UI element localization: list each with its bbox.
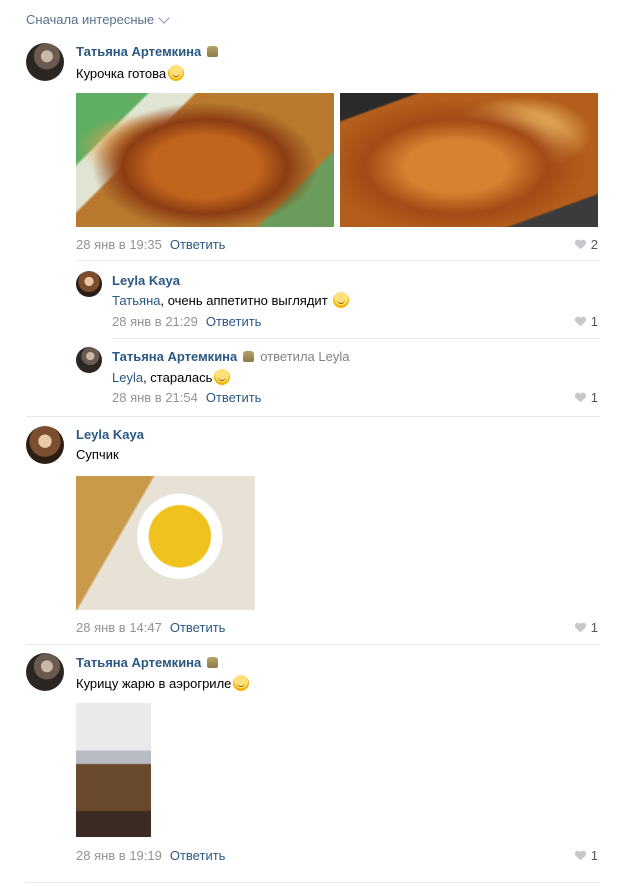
comment-author[interactable]: Татьяна Артемкина ответила Leyla (112, 349, 349, 364)
avatar[interactable] (76, 347, 102, 373)
like-button[interactable]: 1 (575, 390, 598, 405)
like-count: 1 (590, 390, 598, 405)
comment-meta: 28 янв в 14:47 Ответить (76, 620, 225, 635)
divider (26, 644, 600, 645)
comment-author[interactable]: Leyla Kaya (76, 427, 144, 442)
comment-text: Курицу жарю в аэрогриле (76, 675, 250, 691)
divider (76, 260, 600, 261)
comment-meta: 28 янв в 21:29 Ответить (112, 314, 261, 329)
smile-emoji (333, 292, 350, 308)
replied-to-link[interactable]: ответила Leyla (260, 349, 349, 364)
like-count: 1 (590, 848, 598, 863)
comment-author[interactable]: Татьяна Артемкина (76, 44, 219, 59)
comment-date[interactable]: 28 янв в 19:19 (76, 848, 162, 863)
comment-date[interactable]: 28 янв в 19:35 (76, 237, 162, 252)
reply-button[interactable]: Ответить (206, 390, 262, 405)
comment-photo[interactable] (340, 93, 598, 227)
comment-meta: 28 янв в 21:54 Ответить (112, 390, 261, 405)
like-button[interactable]: 1 (575, 848, 598, 863)
smile-emoji (214, 369, 231, 385)
divider (112, 338, 600, 339)
reply-button[interactable]: Ответить (170, 237, 226, 252)
like-count: 2 (590, 237, 598, 252)
like-count: 1 (590, 314, 598, 329)
avatar[interactable] (26, 426, 64, 464)
smile-emoji (168, 65, 185, 81)
mention-link[interactable]: Leyla (112, 370, 143, 385)
reply-button[interactable]: Ответить (170, 620, 226, 635)
comment-date[interactable]: 28 янв в 14:47 (76, 620, 162, 635)
divider (26, 882, 600, 883)
comment-photo[interactable] (76, 703, 151, 837)
avatar[interactable] (26, 43, 64, 81)
heart-icon (575, 317, 586, 327)
heart-icon (575, 240, 586, 250)
reply-button[interactable]: Ответить (170, 848, 226, 863)
comment-photo[interactable] (76, 476, 255, 610)
comment-text: Leyla, старалась (112, 369, 231, 385)
avatar[interactable] (26, 653, 64, 691)
heart-icon (575, 851, 586, 861)
comment-date[interactable]: 28 янв в 21:29 (112, 314, 198, 329)
comment-date[interactable]: 28 янв в 21:54 (112, 390, 198, 405)
badge-icon (207, 657, 219, 668)
smile-emoji (233, 675, 250, 691)
badge-icon (243, 351, 255, 362)
sort-dropdown[interactable]: Сначала интересные (26, 11, 170, 27)
comment-meta: 28 янв в 19:35 Ответить (76, 237, 225, 252)
badge-icon (207, 46, 219, 57)
reply-button[interactable]: Ответить (206, 314, 262, 329)
comment-author[interactable]: Татьяна Артемкина (76, 655, 219, 670)
heart-icon (575, 623, 586, 633)
mention-link[interactable]: Татьяна (112, 293, 160, 308)
comment-text: Супчик (76, 447, 119, 462)
heart-icon (575, 393, 586, 403)
comment-photo[interactable] (76, 93, 334, 227)
avatar[interactable] (76, 271, 102, 297)
chevron-down-icon (158, 11, 170, 24)
like-button[interactable]: 1 (575, 620, 598, 635)
sort-label: Сначала интересные (26, 12, 155, 27)
divider (26, 416, 600, 417)
like-count: 1 (590, 620, 598, 635)
comment-text: Татьяна, очень аппетитно выглядит (112, 292, 350, 308)
like-button[interactable]: 2 (575, 237, 598, 252)
comment-meta: 28 янв в 19:19 Ответить (76, 848, 225, 863)
comment-text: Курочка готова (76, 65, 185, 81)
like-button[interactable]: 1 (575, 314, 598, 329)
comment-author[interactable]: Leyla Kaya (112, 273, 180, 288)
